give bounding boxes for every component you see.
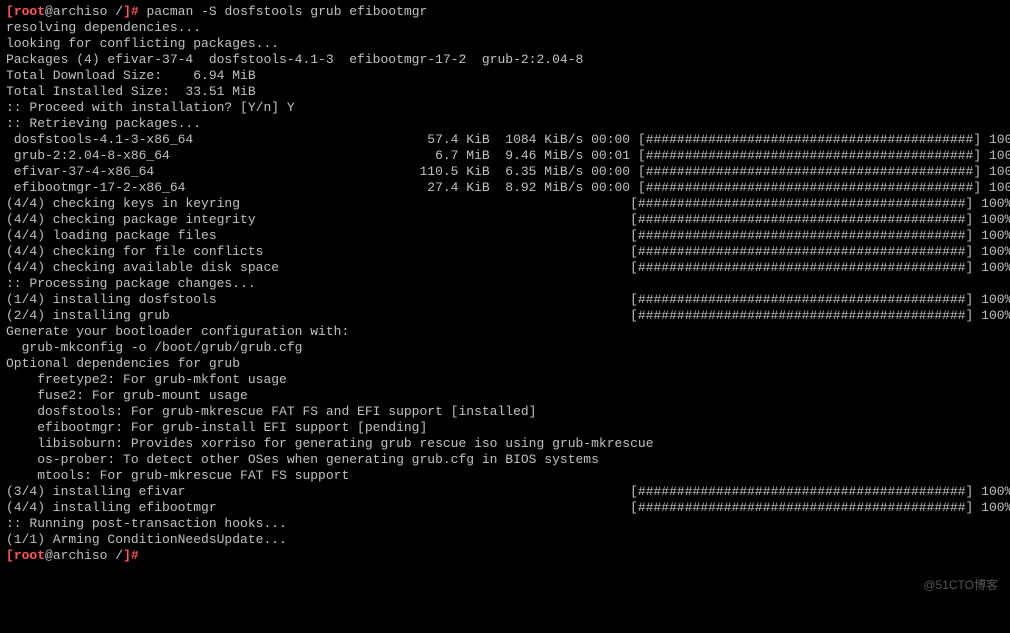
prompt-line-1: [root@archiso /]# pacman -S dosfstools g… [6,4,1004,20]
download-line: grub-2:2.04-8-x86_64 6.7 MiB 9.46 MiB/s … [6,148,1004,164]
prompt-open: [ [6,4,14,19]
output-line: :: Running post-transaction hooks... [6,516,1004,532]
check-line: (4/4) checking available disk space [###… [6,260,1004,276]
prompt-host: archiso [53,4,108,19]
output-line: (1/1) Arming ConditionNeedsUpdate... [6,532,1004,548]
output-line: Optional dependencies for grub [6,356,1004,372]
output-line: :: Retrieving packages... [6,116,1004,132]
output-line: mtools: For grub-mkrescue FAT FS support [6,468,1004,484]
output-line: :: Proceed with installation? [Y/n] Y [6,100,1004,116]
prompt-close: ]# [123,4,139,19]
prompt-open: [ [6,548,14,563]
output-line: resolving dependencies... [6,20,1004,36]
watermark-text: @51CTO博客 [923,577,998,593]
output-line: dosfstools: For grub-mkrescue FAT FS and… [6,404,1004,420]
install-line: (4/4) installing efibootmgr [###########… [6,500,1004,516]
prompt-at: @ [45,4,53,19]
output-line: Total Download Size: 6.94 MiB [6,68,1004,84]
output-line: looking for conflicting packages... [6,36,1004,52]
output-line: efibootmgr: For grub-install EFI support… [6,420,1004,436]
check-line: (4/4) checking keys in keyring [########… [6,196,1004,212]
download-line: efibootmgr-17-2-x86_64 27.4 KiB 8.92 MiB… [6,180,1004,196]
output-line: grub-mkconfig -o /boot/grub/grub.cfg [6,340,1004,356]
install-line: (3/4) installing efivar [###############… [6,484,1004,500]
prompt-line-2[interactable]: [root@archiso /]# [6,548,1004,564]
output-line: freetype2: For grub-mkfont usage [6,372,1004,388]
prompt-host: archiso [53,548,108,563]
output-line: Generate your bootloader configuration w… [6,324,1004,340]
prompt-user: root [14,4,45,19]
check-line: (4/4) checking for file conflicts [#####… [6,244,1004,260]
output-line: os-prober: To detect other OSes when gen… [6,452,1004,468]
output-line: libisoburn: Provides xorriso for generat… [6,436,1004,452]
check-line: (4/4) loading package files [###########… [6,228,1004,244]
install-line: (2/4) installing grub [#################… [6,308,1004,324]
output-line: Packages (4) efivar-37-4 dosfstools-4.1-… [6,52,1004,68]
prompt-path: / [107,548,123,563]
install-line: (1/4) installing dosfstools [###########… [6,292,1004,308]
prompt-path: / [107,4,123,19]
output-line: Total Installed Size: 33.51 MiB [6,84,1004,100]
download-line: efivar-37-4-x86_64 110.5 KiB 6.35 MiB/s … [6,164,1004,180]
command-text: pacman -S dosfstools grub efibootmgr [139,4,428,19]
prompt-user: root [14,548,45,563]
download-line: dosfstools-4.1-3-x86_64 57.4 KiB 1084 Ki… [6,132,1004,148]
prompt-at: @ [45,548,53,563]
output-line: fuse2: For grub-mount usage [6,388,1004,404]
prompt-close: ]# [123,548,139,563]
output-line: :: Processing package changes... [6,276,1004,292]
check-line: (4/4) checking package integrity [######… [6,212,1004,228]
